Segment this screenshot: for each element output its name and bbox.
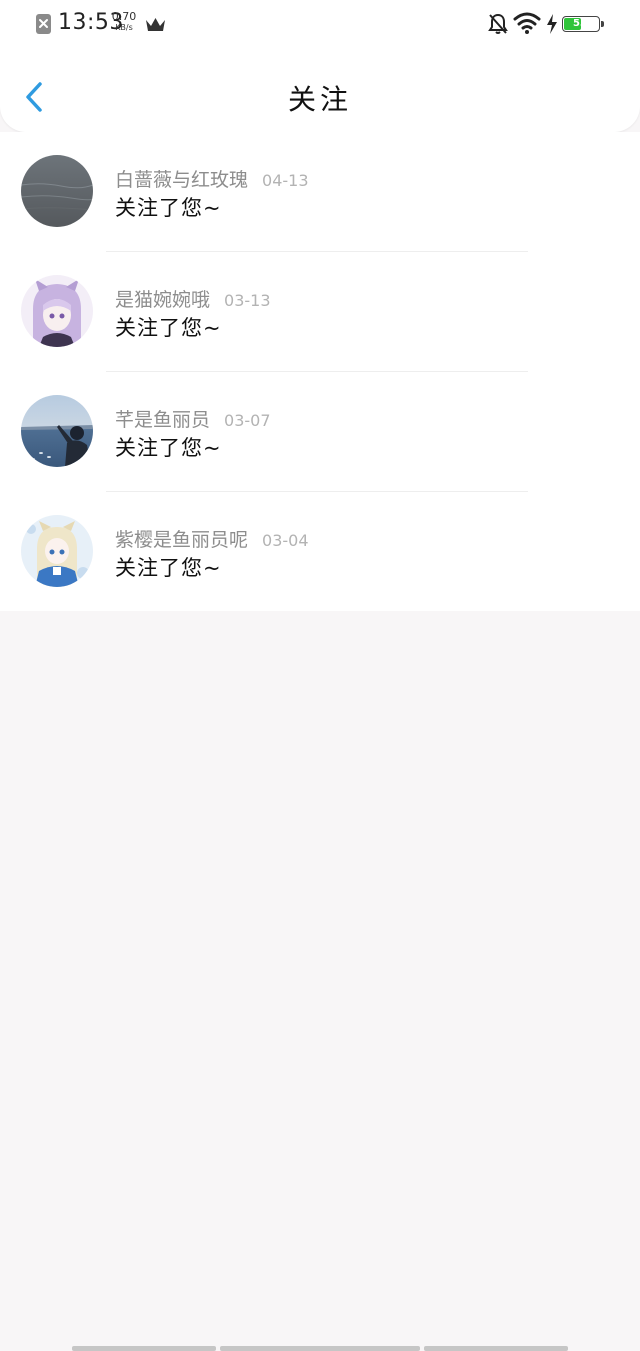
- crown-icon: [146, 18, 165, 31]
- follow-list: 白蔷薇与红玫瑰 04-13 关注了您~ 是猫婉婉哦 03-13 关注了您~ 芊是…: [0, 132, 640, 611]
- follow-date: 04-13: [262, 171, 309, 190]
- item-meta: 紫樱是鱼丽员呢 03-04: [115, 525, 309, 552]
- follow-message: 关注了您~: [115, 436, 222, 460]
- list-item[interactable]: 白蔷薇与红玫瑰 04-13 关注了您~: [0, 132, 640, 252]
- network-speed: 0.70 KB/s: [110, 11, 138, 33]
- gesture-bar: [424, 1346, 568, 1351]
- top-bar: 13:53 0.70 KB/s 53 关注: [0, 0, 640, 132]
- wifi-icon: [513, 12, 541, 34]
- follow-date: 03-07: [224, 411, 271, 430]
- user-name[interactable]: 紫樱是鱼丽员呢: [115, 529, 248, 551]
- battery-tip: [601, 21, 604, 27]
- gesture-bar: [220, 1346, 420, 1351]
- list-item[interactable]: 紫樱是鱼丽员呢 03-04 关注了您~: [0, 492, 640, 612]
- charging-icon: [547, 14, 557, 34]
- follow-date: 03-13: [224, 291, 271, 310]
- user-name[interactable]: 白蔷薇与红玫瑰: [115, 169, 248, 191]
- list-item[interactable]: 是猫婉婉哦 03-13 关注了您~: [0, 252, 640, 372]
- follow-date: 03-04: [262, 531, 309, 550]
- battery-icon: 53: [562, 16, 604, 32]
- battery-level: 53: [573, 18, 587, 29]
- user-name[interactable]: 芊是鱼丽员: [115, 409, 210, 431]
- sim-error-icon: [36, 14, 51, 34]
- user-name[interactable]: 是猫婉婉哦: [115, 289, 210, 311]
- follow-message: 关注了您~: [115, 196, 222, 220]
- avatar[interactable]: [21, 395, 93, 467]
- bottom-gesture-bars: [0, 1346, 640, 1351]
- list-item[interactable]: 芊是鱼丽员 03-07 关注了您~: [0, 372, 640, 492]
- bell-off-icon: [488, 13, 508, 34]
- avatar[interactable]: [21, 155, 93, 227]
- avatar[interactable]: [21, 515, 93, 587]
- network-speed-unit: KB/s: [115, 23, 133, 32]
- item-meta: 芊是鱼丽员 03-07: [115, 405, 271, 432]
- follow-message: 关注了您~: [115, 556, 222, 580]
- item-meta: 是猫婉婉哦 03-13: [115, 285, 271, 312]
- avatar[interactable]: [21, 275, 93, 347]
- item-meta: 白蔷薇与红玫瑰 04-13: [115, 165, 309, 192]
- follow-message: 关注了您~: [115, 316, 222, 340]
- status-bar: 13:53 0.70 KB/s 53: [0, 0, 640, 50]
- network-speed-value: 0.70: [111, 10, 137, 23]
- gesture-bar: [72, 1346, 216, 1351]
- page-title: 关注: [287, 83, 352, 116]
